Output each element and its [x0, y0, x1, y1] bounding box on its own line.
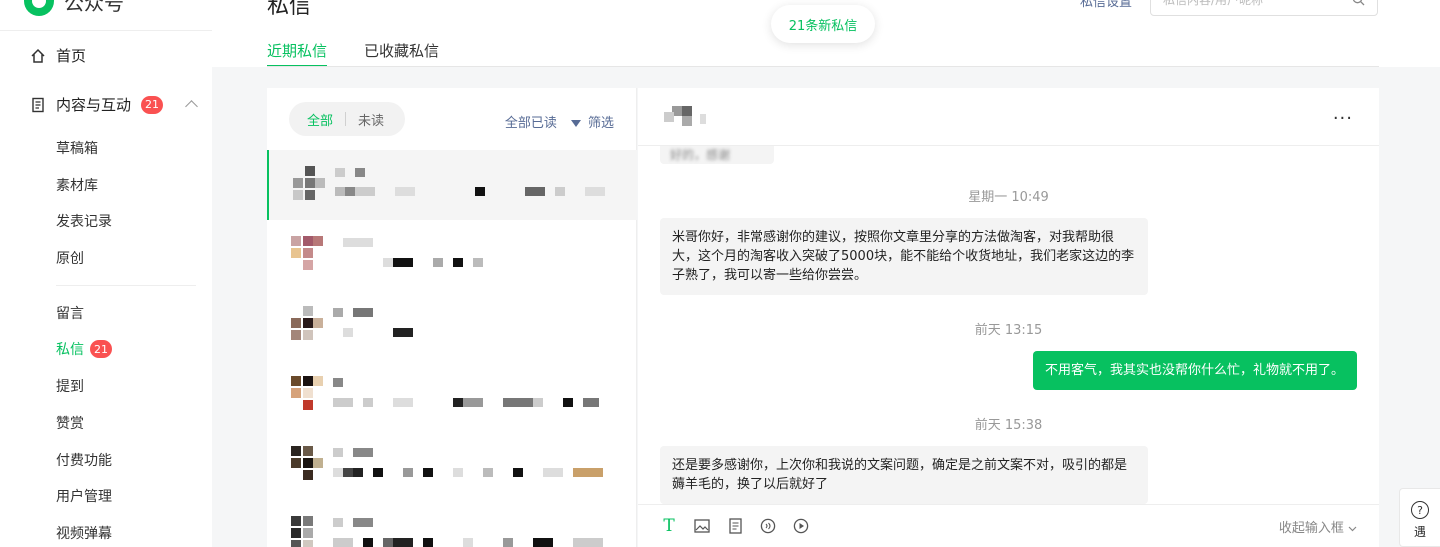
- sidebar-item-comments[interactable]: 留言: [56, 303, 84, 323]
- message-timestamp: 前天 13:15: [974, 323, 1043, 338]
- chat-bubble-incoming: 米哥你好，非常感谢你的建议，按照你文章里分享的方法做淘客，对我帮助很大，这个月的…: [660, 218, 1148, 295]
- avatar: [291, 446, 325, 486]
- search-input[interactable]: [1163, 0, 1352, 7]
- sidebar-item-home[interactable]: 首页: [30, 45, 86, 66]
- audio-icon[interactable]: [759, 517, 777, 535]
- conversation-item[interactable]: [267, 290, 637, 360]
- filter-all[interactable]: 全部: [307, 110, 333, 129]
- message-timestamp: 前天 15:38: [974, 418, 1043, 433]
- brand-name: 公众号: [64, 0, 124, 15]
- sidebar-item-rewards[interactable]: 赞赏: [56, 413, 84, 433]
- sidebar: 公众号 首页 内容与互动 21 草稿箱 素材库 发表记录 原创 留言 私信 21…: [0, 0, 212, 547]
- filter-divider: [345, 112, 347, 126]
- chevron-down-icon: [1348, 526, 1357, 532]
- conversation-list: 全部 未读 全部已读 筛选: [267, 88, 637, 547]
- funnel-icon: [570, 120, 581, 127]
- tab-starred-messages[interactable]: 已收藏私信: [364, 40, 439, 66]
- image-icon[interactable]: [693, 517, 711, 535]
- chevron-up-icon[interactable]: [185, 100, 198, 113]
- sidebar-divider: [0, 30, 212, 31]
- search-icon[interactable]: [1352, 0, 1365, 10]
- avatar: [291, 516, 325, 547]
- wechat-logo-icon: [24, 0, 54, 16]
- sidebar-item-user-management[interactable]: 用户管理: [56, 486, 112, 506]
- conversation-item[interactable]: [267, 500, 637, 547]
- chat-header: ···: [638, 88, 1379, 146]
- tab-bar: 近期私信 已收藏私信: [267, 40, 439, 67]
- mark-all-read-button[interactable]: 全部已读: [505, 112, 557, 131]
- collapse-input-button[interactable]: 收起输入框: [1279, 517, 1357, 536]
- content-count-badge: 21: [141, 95, 164, 114]
- help-label: 遇: [1413, 525, 1426, 539]
- sidebar-item-messages[interactable]: 私信 21: [56, 339, 112, 359]
- text-format-icon[interactable]: T: [660, 516, 678, 536]
- conversation-item[interactable]: [267, 220, 637, 290]
- video-icon[interactable]: [792, 517, 810, 535]
- search-box[interactable]: [1150, 0, 1378, 16]
- chat-bubble-outgoing: 不用客气，我其实也没帮你什么忙，礼物就不用了。: [1033, 351, 1357, 390]
- sidebar-item-drafts[interactable]: 草稿箱: [56, 138, 98, 158]
- new-messages-toast[interactable]: 21条新私信: [771, 5, 875, 43]
- document-icon: [30, 97, 46, 113]
- collapse-input-label: 收起输入框: [1278, 521, 1344, 536]
- filter-button-label: 筛选: [587, 116, 614, 131]
- message-settings-link[interactable]: 私信设置: [1080, 0, 1132, 10]
- question-icon: ?: [1411, 501, 1429, 519]
- sidebar-divider: [56, 285, 196, 286]
- message-text: 好的，感谢: [670, 148, 731, 162]
- sidebar-item-publish-history[interactable]: 发表记录: [56, 211, 112, 231]
- sidebar-item-original[interactable]: 原创: [56, 248, 84, 268]
- brand-logo[interactable]: 公众号: [24, 0, 124, 16]
- tab-recent-messages[interactable]: 近期私信: [267, 40, 328, 67]
- list-actions: 全部已读 筛选: [505, 112, 614, 131]
- message-timestamp: 星期一 10:49: [968, 190, 1049, 205]
- filter-button[interactable]: 筛选: [570, 112, 614, 131]
- chat-bubble-incoming: 好的，感谢: [660, 146, 774, 164]
- conversation-item[interactable]: [267, 150, 637, 220]
- sidebar-item-label: 首页: [56, 47, 87, 65]
- help-float-button[interactable]: ? 遇: [1399, 488, 1440, 547]
- message-input-toolbar: T 收起输入框: [638, 504, 1379, 547]
- chat-bubble-incoming: 还是要多感谢你，上次你和我说的文案问题，确定是之前文案不对，吸引的都是薅羊毛的，…: [660, 446, 1148, 504]
- conversation-item[interactable]: [267, 360, 637, 430]
- avatar: [291, 306, 325, 346]
- sidebar-item-materials[interactable]: 素材库: [56, 175, 98, 195]
- sidebar-item-video-danmaku[interactable]: 视频弹幕: [56, 523, 112, 543]
- page-title: 私信: [267, 0, 312, 19]
- sidebar-item-mentions[interactable]: 提到: [56, 376, 84, 396]
- home-icon: [30, 48, 46, 64]
- filter-unread[interactable]: 未读: [358, 110, 384, 129]
- conversation-item[interactable]: [267, 430, 637, 500]
- article-icon[interactable]: [726, 517, 744, 535]
- avatar: [293, 166, 327, 206]
- sidebar-item-content[interactable]: 内容与互动 21: [30, 94, 198, 115]
- more-options-icon[interactable]: ···: [1333, 108, 1353, 129]
- messages-count-badge: 21: [90, 340, 112, 358]
- avatar: [291, 376, 325, 416]
- read-filter-toggle: 全部 未读: [289, 102, 405, 136]
- tab-divider: [267, 66, 1379, 67]
- sidebar-item-paid-features[interactable]: 付费功能: [56, 450, 112, 470]
- sidebar-item-label: 内容与互动: [56, 96, 132, 114]
- sidebar-item-label: 私信: [56, 342, 84, 358]
- avatar: [291, 236, 325, 276]
- contact-avatar[interactable]: [664, 106, 724, 130]
- chat-panel: ··· 好的，感谢 星期一 10:49 米哥你好，非常感谢你的建议，按照你文章里…: [638, 88, 1379, 547]
